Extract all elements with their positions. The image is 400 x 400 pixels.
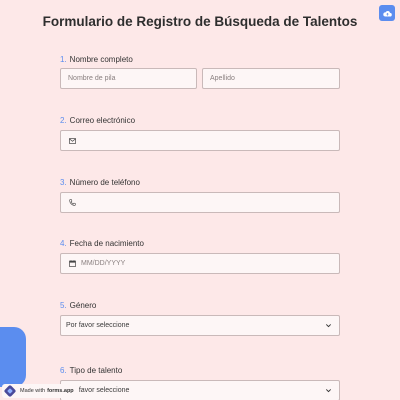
question-number: 6. <box>60 366 67 375</box>
question-text: Tipo de talento <box>69 366 123 375</box>
question-3-label: 3. Número de teléfono <box>60 178 140 187</box>
question-number: 3. <box>60 178 67 187</box>
question-text: Número de teléfono <box>69 178 140 187</box>
question-6-label: 6. Tipo de talento <box>60 366 122 375</box>
question-2-label: 2. Correo electrónico <box>60 116 135 125</box>
question-number: 4. <box>60 239 67 248</box>
made-with-text: Made with <box>20 388 46 394</box>
question-4-label: 4. Fecha de nacimiento <box>60 239 144 248</box>
chevron-down-icon <box>325 322 332 331</box>
phone-icon <box>67 199 77 206</box>
gender-select[interactable]: Por favor seleccione <box>60 315 340 336</box>
question-number: 1. <box>60 55 67 64</box>
first-name-placeholder: Nombre de pila <box>68 75 116 82</box>
cloud-icon <box>382 10 392 16</box>
calendar-icon <box>67 260 77 267</box>
question-text: Género <box>69 301 97 310</box>
question-text: Nombre completo <box>69 55 133 64</box>
form-title: Formulario de Registro de Búsqueda de Ta… <box>42 14 358 29</box>
made-with-badge[interactable]: Made with forms.app <box>2 384 78 398</box>
side-decoration <box>0 327 26 387</box>
phone-input[interactable] <box>60 192 340 213</box>
question-number: 5. <box>60 301 67 310</box>
question-1-label: 1. Nombre completo <box>60 55 133 64</box>
mail-icon <box>67 137 77 144</box>
last-name-input[interactable]: Apellido <box>202 68 340 89</box>
cloud-save-button[interactable] <box>379 5 395 21</box>
brand-name: forms.app <box>47 388 74 394</box>
question-5-label: 5. Género <box>60 301 96 310</box>
forms-app-logo-icon <box>4 385 16 397</box>
talent-type-select[interactable]: Por favor seleccione <box>60 380 340 400</box>
question-text: Fecha de nacimiento <box>69 239 144 248</box>
question-text: Correo electrónico <box>69 116 136 125</box>
form-page: Formulario de Registro de Búsqueda de Ta… <box>0 0 400 400</box>
birthdate-input[interactable]: MM/DD/YYYY <box>60 253 340 274</box>
gender-select-value: Por favor seleccione <box>66 322 130 329</box>
question-number: 2. <box>60 116 67 125</box>
last-name-placeholder: Apellido <box>210 75 235 82</box>
chevron-down-icon <box>325 387 332 396</box>
first-name-input[interactable]: Nombre de pila <box>60 68 197 89</box>
email-input[interactable] <box>60 130 340 151</box>
birthdate-placeholder: MM/DD/YYYY <box>81 260 126 267</box>
